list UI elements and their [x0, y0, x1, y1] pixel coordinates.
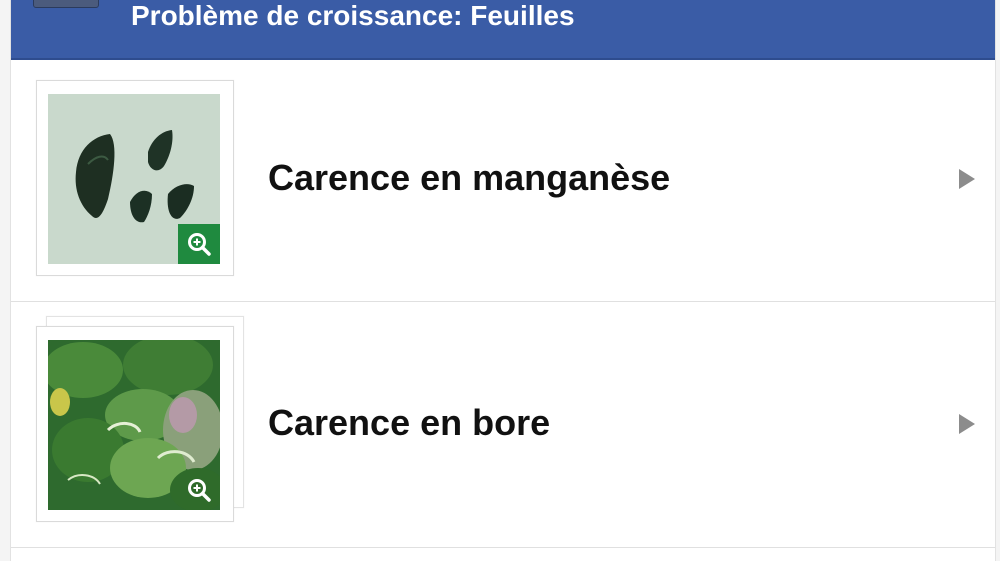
- chevron-right-icon: [959, 414, 975, 434]
- item-label: Carence en bore: [268, 402, 551, 443]
- item-label: Carence en manganèse: [268, 157, 671, 198]
- deficiency-list: Carence en manganèse Carence en bore: [11, 60, 995, 548]
- chevron-right-icon: [959, 169, 975, 189]
- zoom-button[interactable]: [178, 470, 220, 510]
- zoom-in-icon: [188, 479, 211, 502]
- zoom-in-icon: [188, 233, 211, 256]
- page-header: Problème de croissance: Feuilles: [11, 0, 995, 60]
- zoom-button[interactable]: [178, 224, 220, 264]
- back-button[interactable]: [33, 0, 99, 8]
- thumbnail-frame: [36, 80, 234, 276]
- thumbnail-bore[interactable]: [48, 340, 220, 510]
- thumbnail-manganese[interactable]: [48, 94, 220, 264]
- content-panel: Problème de croissance: Feuilles Carence…: [10, 0, 996, 561]
- app-frame: Problème de croissance: Feuilles Carence…: [0, 0, 1000, 561]
- list-item-manganese[interactable]: Carence en manganèse: [11, 60, 995, 302]
- list-item-bore[interactable]: Carence en bore: [11, 302, 995, 548]
- page-title: Problème de croissance: Feuilles: [131, 0, 575, 31]
- thumbnail-frame: [36, 326, 234, 522]
